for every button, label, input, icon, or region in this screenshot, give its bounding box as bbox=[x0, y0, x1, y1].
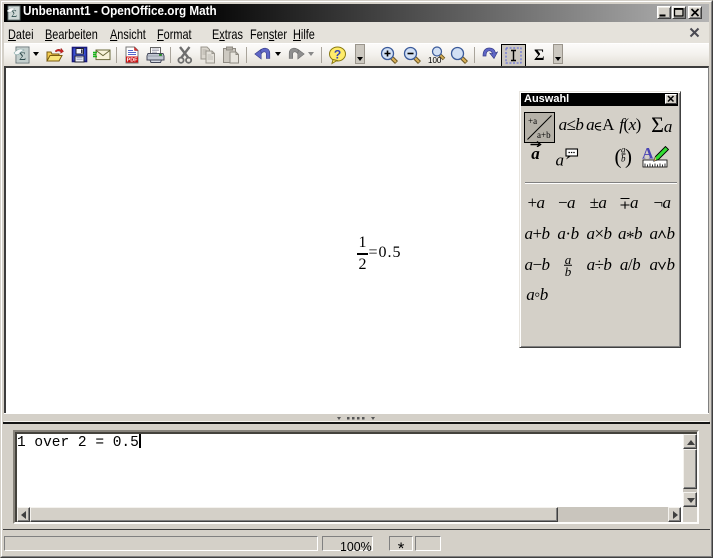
svg-text:PDF: PDF bbox=[127, 58, 138, 64]
svg-text:100: 100 bbox=[428, 56, 442, 65]
svg-text:?: ? bbox=[334, 48, 341, 62]
svg-text:+a: +a bbox=[528, 116, 537, 126]
svg-text:a+b: a+b bbox=[537, 130, 551, 140]
